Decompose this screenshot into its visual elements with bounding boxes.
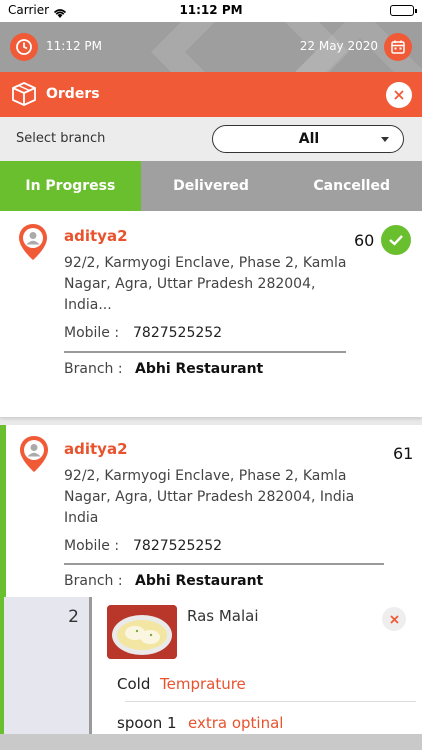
mobile-label: Mobile : (64, 538, 120, 554)
branch-row: Select branch All (0, 117, 422, 161)
header-time: 11:12 PM (46, 39, 102, 53)
item-name: Ras Malai (187, 607, 259, 625)
status-tabs: In Progress Delivered Cancelled (0, 161, 422, 211)
user-pin-icon (19, 224, 47, 260)
option-value: extra optinal (188, 714, 284, 732)
quantity-column: 2 (4, 597, 92, 750)
close-icon (389, 614, 399, 624)
branch-select-value: All (298, 131, 320, 147)
divider (125, 701, 416, 702)
calendar-icon[interactable] (384, 33, 412, 61)
option-value: Temprature (160, 675, 246, 693)
app-header: 11:12 PM 22 May 2020 (0, 22, 422, 72)
tab-cancelled[interactable]: Cancelled (281, 161, 422, 211)
orders-title: Orders (46, 86, 100, 102)
customer-address: 92/2, Karmyogi Enclave, Phase 2, Kamla N… (64, 255, 347, 313)
order-list: aditya2 60 92/2, Karmyogi Enclave, Phase… (0, 211, 422, 750)
order-number: 61 (393, 444, 414, 463)
box-icon (10, 81, 38, 111)
divider (64, 351, 346, 353)
order-number: 60 (354, 231, 375, 250)
status-time: 11:12 PM (179, 3, 243, 17)
option-key: spoon 1 (117, 714, 177, 732)
branch-select[interactable]: All (212, 125, 404, 153)
branch-label: Select branch (16, 131, 106, 146)
divider (64, 563, 384, 565)
mobile-value: 7827525252 (133, 325, 223, 341)
battery-icon (390, 5, 417, 16)
tab-delivered[interactable]: Delivered (141, 161, 282, 211)
option-key: Cold (117, 675, 151, 693)
mobile-value: 7827525252 (133, 538, 223, 554)
branch-label: Branch : (64, 573, 123, 589)
customer-address: 92/2, Karmyogi Enclave, Phase 2, Kamla N… (64, 468, 355, 526)
check-icon[interactable] (381, 225, 411, 255)
orders-bar: Orders (0, 72, 422, 117)
close-icon (394, 90, 404, 100)
close-button[interactable] (386, 82, 412, 108)
order-item: 2 Ras Malai Cold Temprature spoon 1 extr… (4, 597, 416, 750)
order-card[interactable]: aditya2 60 92/2, Karmyogi Enclave, Phase… (0, 211, 422, 417)
branch-value: Abhi Restaurant (135, 573, 264, 589)
remove-item-button[interactable] (382, 607, 406, 631)
branch-value: Abhi Restaurant (135, 361, 264, 377)
dish-image (107, 605, 177, 659)
item-quantity: 2 (68, 607, 79, 627)
status-bar: Carrier 11:12 PM (0, 0, 422, 22)
bottom-strip (0, 734, 422, 750)
customer-name: aditya2 (64, 227, 128, 245)
customer-name: aditya2 (64, 440, 128, 458)
caret-down-icon (381, 137, 389, 142)
header-date: 22 May 2020 (299, 39, 378, 53)
user-pin-icon (20, 436, 48, 472)
clock-icon (10, 33, 38, 61)
branch-label: Branch : (64, 361, 123, 377)
tab-in-progress[interactable]: In Progress (0, 161, 141, 211)
mobile-label: Mobile : (64, 325, 120, 341)
